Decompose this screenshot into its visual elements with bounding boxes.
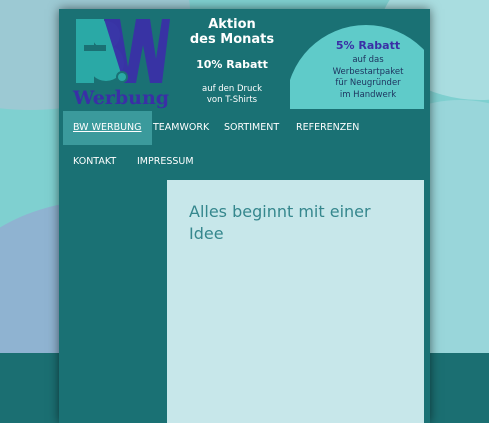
promo-line: für Neugründer <box>335 78 401 88</box>
logo-graphic: Werbung <box>72 19 170 109</box>
promo-text: 5% Rabatt auf das Werbestartpaket für Ne… <box>302 39 424 101</box>
bw-werbung-logo[interactable]: Werbung <box>70 15 173 111</box>
logo-text: Werbung <box>72 87 169 109</box>
promo-title: 5% Rabatt <box>335 39 401 52</box>
nav-item-kontakt[interactable]: KONTAKT <box>63 145 126 179</box>
aktion-title-line: Aktion <box>208 17 256 32</box>
aktion-title-line: des Monats <box>189 32 275 47</box>
promo-description: auf das Werbestartpaket für Neugründer i… <box>302 55 424 101</box>
nav-item-bw-werbung[interactable]: BW WERBUNG <box>63 111 152 145</box>
content-heading: Alles beginnt mit einer Idee <box>189 202 371 243</box>
promo-line: im Handwerk <box>339 89 397 100</box>
main-content: Alles beginnt mit einer Idee <box>167 180 424 423</box>
aktion-rabatt: 10% Rabatt <box>196 58 268 71</box>
nav-item-teamwork[interactable]: TEAMWORK <box>143 111 219 145</box>
aktion-description: auf den Druck von T-Shirts <box>177 84 287 106</box>
promo-line: auf das <box>352 55 384 65</box>
aktion-des-monats: Aktion des Monats 10% Rabatt auf den Dru… <box>177 17 287 106</box>
nav-item-impressum[interactable]: IMPRESSUM <box>127 145 204 179</box>
nav-item-referenzen[interactable]: REFERENZEN <box>286 111 369 145</box>
promo-line: Werbestartpaket <box>332 66 404 77</box>
aktion-title: Aktion des Monats <box>177 17 287 47</box>
nav-item-sortiment[interactable]: SORTIMENT <box>214 111 289 145</box>
aktion-description-line: von T-Shirts <box>206 95 258 105</box>
page-container: Werbung Aktion des Monats 10% Rabatt auf… <box>59 9 430 423</box>
aktion-description-line: auf den Druck <box>201 84 263 94</box>
promo-banner[interactable]: 5% Rabatt auf das Werbestartpaket für Ne… <box>290 9 424 109</box>
